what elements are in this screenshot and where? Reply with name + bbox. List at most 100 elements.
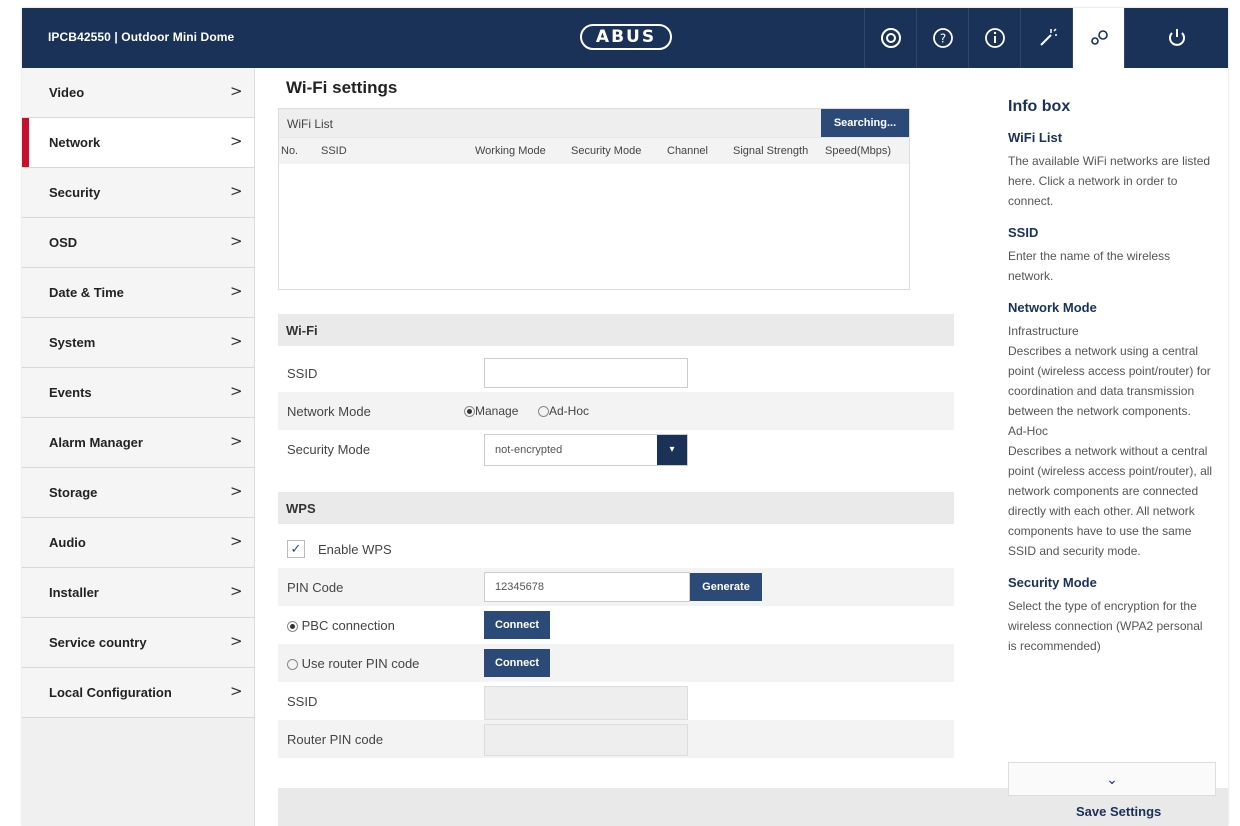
info-text: Describes a network using a central poin… — [1008, 344, 1211, 418]
sidebar-item-label: Date & Time — [49, 285, 124, 300]
sidebar-item-alarm-manager[interactable]: Alarm Manager > — [22, 418, 254, 468]
sidebar-item-service-country[interactable]: Service country > — [22, 618, 254, 668]
scroll-down-button[interactable]: ⌄ — [1008, 762, 1216, 796]
router-pin-row: Use router PIN code Connect — [278, 644, 954, 682]
pin-code-input[interactable]: 12345678 — [484, 572, 690, 602]
chevron-right-icon: > — [230, 632, 243, 650]
section-title: WPS — [286, 501, 316, 516]
help-button[interactable]: ? — [916, 8, 969, 68]
radio-icon — [287, 621, 298, 633]
router-pin-option[interactable]: Use router PIN code — [287, 656, 419, 671]
info-text: Infrastructure — [1008, 324, 1079, 338]
info-heading: SSID — [1008, 225, 1039, 240]
sidebar-item-events[interactable]: Events > — [22, 368, 254, 418]
wps-ssid-label: SSID — [287, 694, 318, 709]
network-mode-row: Network Mode Manage Ad-Hoc — [278, 392, 954, 430]
svg-text:?: ? — [940, 32, 946, 46]
top-bar: IPCB42550 | Outdoor Mini Dome ABUS ? — [22, 8, 1228, 68]
ssid-input[interactable] — [484, 358, 688, 388]
sidebar-item-network[interactable]: Network > — [22, 118, 254, 168]
sidebar-item-osd[interactable]: OSD > — [22, 218, 254, 268]
power-button[interactable] — [1124, 8, 1229, 68]
security-mode-label: Security Mode — [287, 442, 371, 457]
wifi-section-header: Wi-Fi — [278, 314, 954, 346]
chevron-right-icon: > — [230, 132, 243, 150]
settings-icon — [1091, 30, 1108, 45]
wps-ssid-row: SSID — [278, 682, 954, 720]
sidebar-item-label: System — [49, 335, 96, 350]
sidebar: Video > Network > Security > OSD > Date & Ti… — [22, 68, 255, 826]
info-text: Enter the name of the wireless network. — [1008, 249, 1171, 283]
network-mode-label: Network Mode — [287, 404, 371, 419]
mode-adhoc-option[interactable]: Ad-Hoc — [538, 404, 589, 418]
sidebar-item-installer[interactable]: Installer > — [22, 568, 254, 618]
security-mode-value: not-encrypted — [495, 444, 563, 456]
wifi-list-title: WiFi List — [287, 117, 333, 131]
sidebar-item-system[interactable]: System > — [22, 318, 254, 368]
save-settings-button[interactable]: Save Settings — [1076, 804, 1161, 819]
info-box-title: Info box — [1008, 98, 1071, 115]
chevron-down-icon: ▾ — [657, 435, 687, 465]
pin-code-row: PIN Code 12345678 Generate — [278, 568, 954, 606]
sidebar-item-label: Local Configuration — [49, 685, 172, 700]
router-pin-code-row: Router PIN code — [278, 720, 954, 758]
chevron-right-icon: > — [230, 232, 243, 250]
security-mode-select[interactable]: not-encrypted ▾ — [484, 434, 688, 466]
radio-icon — [287, 659, 298, 671]
settings-button[interactable] — [1072, 8, 1125, 68]
wand-icon — [1040, 28, 1057, 46]
pbc-option[interactable]: PBC connection — [287, 618, 395, 633]
sidebar-item-label: Events — [49, 385, 92, 400]
power-icon — [1169, 29, 1185, 46]
enable-wps-row: ✓ Enable WPS — [278, 530, 954, 568]
search-button[interactable]: Searching... — [821, 109, 909, 137]
generate-button[interactable]: Generate — [690, 573, 762, 601]
router-pin-connect-button[interactable]: Connect — [484, 649, 550, 677]
router-pin-code-input[interactable] — [484, 724, 688, 756]
main-content: Wi-Fi settings WiFi List Searching... No… — [254, 68, 994, 826]
chevron-right-icon: > — [230, 82, 243, 100]
wifi-list-header: WiFi List Searching... — [279, 109, 909, 137]
wps-ssid-input[interactable] — [484, 686, 688, 720]
ssid-label: SSID — [287, 366, 318, 381]
wizard-button[interactable] — [1020, 8, 1073, 68]
sidebar-item-security[interactable]: Security > — [22, 168, 254, 218]
chevron-right-icon: > — [230, 332, 243, 350]
router-pin-option-label: Use router PIN code — [301, 656, 420, 671]
router-pin-code-label: Router PIN code — [287, 732, 384, 747]
info-text: Ad-Hoc — [1008, 424, 1049, 438]
section-title: Wi-Fi — [286, 323, 318, 338]
chevron-right-icon: > — [230, 182, 243, 200]
info-heading: WiFi List — [1008, 130, 1063, 145]
sidebar-item-label: Network — [49, 135, 101, 150]
sidebar-item-local-configuration[interactable]: Local Configuration > — [22, 668, 254, 718]
info-heading: Network Mode — [1008, 300, 1097, 315]
page-title: Wi-Fi settings — [286, 78, 398, 97]
column-header: No. — [281, 145, 299, 157]
pbc-row: PBC connection Connect — [278, 606, 954, 644]
column-header: Security Mode — [571, 145, 642, 157]
chevron-right-icon: > — [230, 282, 243, 300]
camera-button[interactable] — [864, 8, 917, 68]
app-frame: IPCB42550 | Outdoor Mini Dome ABUS ? Vid… — [22, 8, 1228, 826]
column-header: Working Mode — [475, 145, 546, 157]
pbc-connect-button[interactable]: Connect — [484, 611, 550, 639]
chevron-right-icon: > — [230, 382, 243, 400]
pin-code-label: PIN Code — [287, 580, 344, 595]
wifi-list-columns: No. SSID Working Mode Security Mode Chan… — [279, 137, 909, 164]
sidebar-item-video[interactable]: Video > — [22, 68, 254, 118]
info-button[interactable] — [968, 8, 1021, 68]
help-icon: ? — [933, 28, 953, 48]
sidebar-item-storage[interactable]: Storage > — [22, 468, 254, 518]
chevron-right-icon: > — [230, 582, 243, 600]
sidebar-item-label: Audio — [49, 535, 86, 550]
mode-manage-option[interactable]: Manage — [464, 404, 518, 418]
column-header: Signal Strength — [733, 145, 809, 157]
sidebar-item-audio[interactable]: Audio > — [22, 518, 254, 568]
sidebar-item-label: Service country — [49, 635, 147, 650]
sidebar-item-date-time[interactable]: Date & Time > — [22, 268, 254, 318]
enable-wps-checkbox[interactable]: ✓ — [287, 540, 305, 558]
sidebar-item-label: OSD — [49, 235, 78, 250]
sidebar-item-label: Video — [49, 85, 85, 100]
wifi-list-table: WiFi List Searching... No. SSID Working … — [278, 108, 910, 290]
